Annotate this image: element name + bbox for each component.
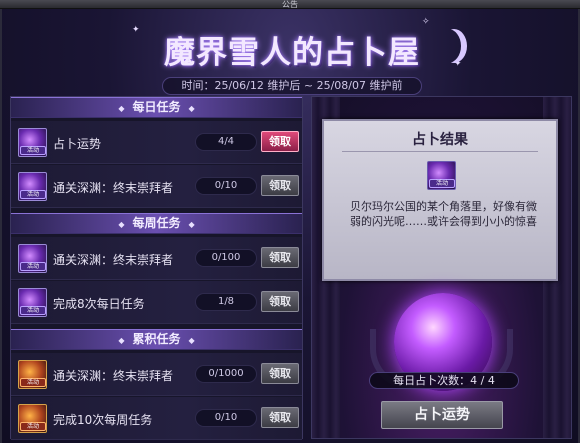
section-title: 每日任务 (132, 100, 181, 114)
event-period: 时间：25/06/12 维护后 ~ 25/08/07 维护前 (162, 77, 422, 95)
task-progress: 1/8 (195, 293, 257, 311)
task-row: 活动 占卜运势 4/4 领取 (11, 121, 302, 164)
task-progress: 0/100 (195, 249, 257, 267)
result-text: 贝尔玛尔公国的某个角落里，好像有微弱的闪光呢……或许会得到小小的惊喜 (350, 200, 537, 228)
task-name: 占卜运势 (53, 137, 102, 151)
event-tag: 活动 (20, 422, 46, 431)
task-progress: 0/1000 (195, 365, 257, 383)
fortune-button[interactable]: 占卜运势 (381, 401, 503, 429)
claim-button[interactable]: 领取 (261, 247, 299, 268)
page-title: 魔界雪人的占卜屋 (164, 35, 420, 71)
event-tag: 活动 (20, 190, 46, 199)
task-row: 活动 完成10次每周任务 0/10 领取 (11, 397, 302, 440)
fortune-orb-icon: 活动 (18, 128, 47, 157)
fortune-orb-icon: 活动 (18, 288, 47, 317)
task-name: 完成8次每日任务 (53, 297, 145, 311)
sparkle-icon: ✧ (422, 17, 430, 27)
task-name: 通关深渊：终末崇拜者 (53, 181, 174, 195)
claim-button[interactable]: 领取 (261, 131, 299, 152)
section-title: 每周任务 (132, 216, 181, 230)
fortune-orb-icon: 活动 (18, 244, 47, 273)
diamond-icon: ◆ (188, 336, 195, 345)
section-weekly-tasks: ◆ 每周任务 ◆ (11, 213, 302, 234)
fortune-result-card: 占卜结果 活动 贝尔玛尔公国的某个角落里，好像有微弱的闪光呢……或许会得到小小的… (322, 119, 558, 281)
claim-button[interactable]: 领取 (261, 175, 299, 196)
section-daily-tasks: ◆ 每日任务 ◆ (11, 97, 302, 118)
task-progress: 0/10 (195, 409, 257, 427)
fortune-orb-icon: 活动 (18, 172, 47, 201)
treasure-box-icon: 活动 (18, 360, 47, 389)
task-name: 完成10次每周任务 (53, 413, 153, 427)
section-cumulative-tasks: ◆ 累积任务 ◆ (11, 329, 302, 350)
result-title: 占卜结果 (412, 132, 468, 148)
event-tag: 活动 (20, 262, 46, 271)
event-tag: 活动 (20, 378, 46, 387)
diamond-icon: ◆ (118, 104, 125, 113)
task-name: 通关深渊：终末崇拜者 (53, 253, 174, 267)
claim-button[interactable]: 领取 (261, 291, 299, 312)
treasure-box-icon: 活动 (18, 404, 47, 433)
task-name: 通关深渊：终末崇拜者 (53, 369, 174, 383)
task-progress: 4/4 (195, 133, 257, 151)
task-panel: ◆ 每日任务 ◆ 活动 占卜运势 4/4 领取 活动 通关深渊：终末崇拜者 0/10… (10, 96, 303, 440)
fortune-panel: 占卜结果 活动 贝尔玛尔公国的某个角落里，好像有微弱的闪光呢……或许会得到小小的… (311, 96, 572, 439)
task-row: 活动 完成8次每日任务 1/8 领取 (11, 281, 302, 324)
window-title: 公告 (282, 0, 298, 9)
diamond-icon: ◆ (188, 220, 195, 229)
section-title: 累积任务 (132, 332, 181, 346)
daily-fortune-count: 每日占卜次数：4 / 4 (369, 372, 519, 389)
task-row: 活动 通关深渊：终末崇拜者 0/100 领取 (11, 237, 302, 280)
event-tag: 活动 (429, 179, 455, 188)
window-title-bar: 公告 (0, 0, 580, 9)
task-row: 活动 通关深渊：终末崇拜者 0/1000 领取 (11, 353, 302, 396)
diamond-icon: ◆ (118, 336, 125, 345)
event-tag: 活动 (20, 146, 46, 155)
diamond-icon: ◆ (118, 220, 125, 229)
task-row: 活动 通关深渊：终末崇拜者 0/10 领取 (11, 165, 302, 208)
task-progress: 0/10 (195, 177, 257, 195)
event-tag: 活动 (20, 306, 46, 315)
claim-button[interactable]: 领取 (261, 363, 299, 384)
diamond-icon: ◆ (188, 104, 195, 113)
claim-button[interactable]: 领取 (261, 407, 299, 428)
divider (342, 151, 538, 152)
fortune-orb-icon[interactable]: 活动 (427, 161, 456, 190)
